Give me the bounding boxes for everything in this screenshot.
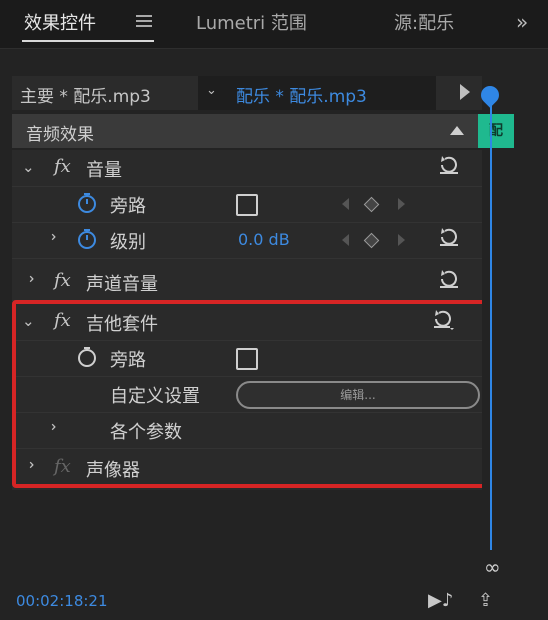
tab-source[interactable]: 源:配乐 [394,9,454,35]
clip-selector-row: 主要 * 配乐.mp3 ⌄ 配乐 * 配乐.mp3 [12,76,482,110]
param-name: 旁路 [110,196,146,217]
panel-menu-icon[interactable] [136,13,152,27]
add-keyframe-icon[interactable] [363,196,380,213]
reset-icon[interactable] [438,268,460,290]
expand-chevron-icon[interactable]: ⌄ [41,231,59,244]
show-timeline-icon[interactable] [460,84,470,100]
tab-effect-controls[interactable]: 效果控件 [24,9,96,35]
playhead-line[interactable] [490,100,492,550]
next-keyframe-icon[interactable] [398,198,405,210]
current-timecode[interactable]: 00:02:18:21 [16,592,108,610]
expand-chevron-icon[interactable]: ⌄ [22,158,35,176]
sequence-clip-dropdown[interactable]: ⌄ 配乐 * 配乐.mp3 [198,76,436,110]
collapse-up-icon[interactable] [450,126,464,135]
effect-name: 声道音量 [86,274,158,295]
active-tab-indicator [22,40,154,42]
panel-tab-bar: 效果控件 Lumetri 范围 源:配乐 » [0,0,548,49]
effect-controls-panel: 效果控件 Lumetri 范围 源:配乐 » 主要 * 配乐.mp3 ⌄ 配乐 … [0,0,548,620]
next-keyframe-icon[interactable] [398,234,405,246]
tab-lumetri-scopes[interactable]: Lumetri 范围 [196,9,307,35]
master-clip-label[interactable]: 主要 * 配乐.mp3 [20,82,151,107]
param-name: 级别 [110,232,146,253]
param-row-bypass: 旁路 [12,186,482,223]
footer-bar: 00:02:18:21 ▶♪ ⇪ [0,586,548,620]
reset-icon[interactable] [438,154,460,176]
section-title: 音频效果 [26,125,94,145]
play-audio-icon[interactable]: ▶♪ [428,590,453,611]
timeline-clip[interactable]: 配 [478,114,514,148]
effect-name: 音量 [86,160,122,181]
reset-icon[interactable] [438,226,460,248]
fx-icon[interactable]: fx [54,156,71,177]
chevron-down-icon: ⌄ [206,83,217,98]
level-value[interactable]: 0.0 dB [238,230,290,249]
prev-keyframe-icon[interactable] [342,198,349,210]
prev-keyframe-icon[interactable] [342,234,349,246]
bypass-checkbox[interactable] [236,194,258,216]
selected-clip-label: 配乐 * 配乐.mp3 [236,87,367,107]
loop-icon[interactable]: ∞ [484,555,501,579]
audio-effects-section-header[interactable]: 音频效果 [12,114,482,148]
export-icon[interactable]: ⇪ [478,590,493,611]
more-tabs-icon[interactable]: » [516,10,528,34]
mini-timeline[interactable] [482,76,514,586]
stopwatch-icon[interactable] [76,192,98,214]
annotation-highlight-box [12,300,492,488]
expand-chevron-icon[interactable]: ⌄ [19,273,37,286]
add-keyframe-icon[interactable] [363,232,380,249]
stopwatch-icon[interactable] [76,228,98,250]
param-row-level: ⌄ 级别 0.0 dB [12,222,482,259]
fx-icon[interactable]: fx [54,270,71,291]
effect-row-volume[interactable]: ⌄ fx 音量 [12,150,482,187]
effect-row-channel-volume[interactable]: ⌄ fx 声道音量 [12,264,482,301]
